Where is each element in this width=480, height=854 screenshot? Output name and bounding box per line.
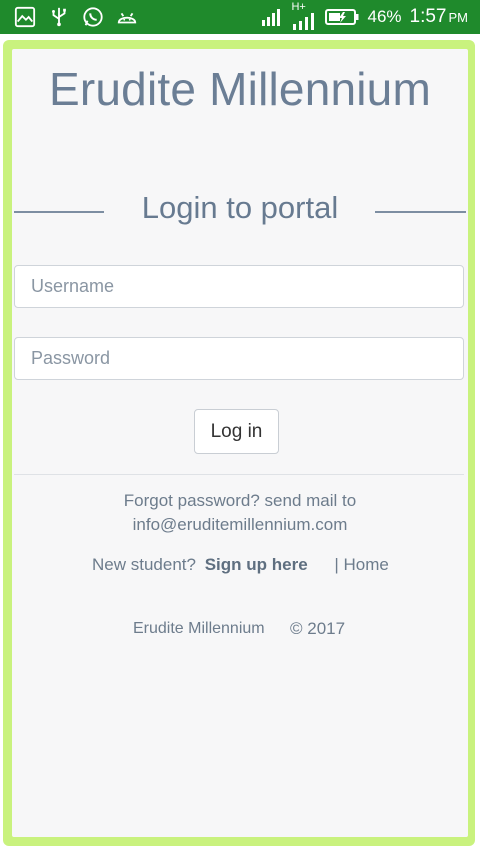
- site-brand-title: Erudite Millennium: [49, 63, 431, 115]
- home-link[interactable]: | Home: [334, 555, 389, 574]
- status-bar: H+ 46% 1:57 PM: [0, 0, 480, 34]
- footer-brand: Erudite Millennium: [133, 620, 265, 637]
- signup-link[interactable]: Sign up here: [205, 555, 308, 574]
- clock-time: 1:57: [409, 6, 447, 27]
- account-links: New student? Sign up here | Home: [92, 555, 389, 577]
- whatsapp-icon: [83, 7, 103, 27]
- footer-copyright: © 2017: [290, 619, 346, 638]
- android-icon: [117, 12, 137, 24]
- section-separator: [14, 474, 464, 475]
- password-input[interactable]: [14, 337, 464, 380]
- clock-ampm: PM: [448, 10, 469, 25]
- status-system-icons: H+ 46% 1:57 PM: [261, 0, 468, 34]
- username-input[interactable]: [14, 265, 464, 308]
- gallery-icon: [14, 6, 36, 28]
- usb-icon: [52, 7, 66, 27]
- battery-percent: 46%: [367, 7, 402, 26]
- login-title: Login to portal: [141, 190, 339, 225]
- forgot-line: Forgot password? send mail to: [123, 491, 357, 510]
- status-notification-icons: [14, 6, 138, 28]
- clock: 1:57 PM: [410, 6, 468, 28]
- signal-hplus-icon: H+: [291, 1, 317, 30]
- new-student-label: New student?: [92, 555, 196, 574]
- signal-icon: [262, 9, 281, 26]
- battery-charging-icon: [325, 9, 359, 25]
- support-email: info@eruditemillennium.com: [132, 515, 348, 534]
- login-button[interactable]: Log in: [194, 409, 279, 454]
- forgot-password-text: Forgot password? send mail to info@erudi…: [0, 489, 480, 537]
